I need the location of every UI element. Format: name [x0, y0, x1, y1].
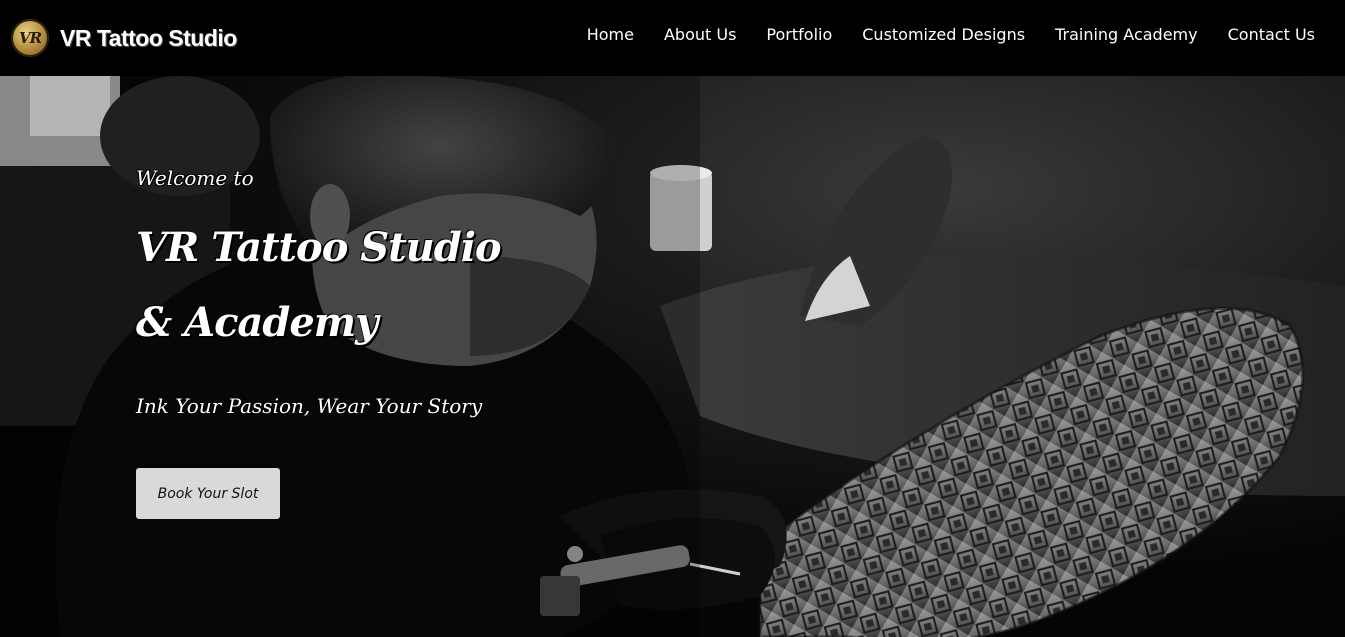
hero-background-photo — [0, 76, 1345, 637]
brand-name[interactable]: VR Tattoo Studio — [60, 25, 237, 52]
nav-item-customized-designs[interactable]: Customized Designs — [862, 25, 1025, 44]
nav-item-about-us[interactable]: About Us — [664, 25, 736, 44]
nav-item-home[interactable]: Home — [587, 25, 634, 44]
hero-title-line-1: VR Tattoo Studio — [136, 224, 502, 271]
main-nav: Home About Us Portfolio Customized Desig… — [587, 25, 1315, 44]
hero-section: Welcome to VR Tattoo Studio & Academy In… — [0, 76, 1345, 637]
page: VR VR Tattoo Studio Home About Us Portfo… — [0, 0, 1345, 637]
hero-title-line-2: & Academy — [136, 299, 378, 346]
hero-welcome: Welcome to — [136, 166, 254, 190]
book-your-slot-button[interactable]: Book Your Slot — [136, 468, 280, 519]
nav-item-training-academy[interactable]: Training Academy — [1055, 25, 1198, 44]
navbar: VR VR Tattoo Studio Home About Us Portfo… — [0, 0, 1345, 76]
logo-text: VR — [18, 29, 42, 47]
nav-item-portfolio[interactable]: Portfolio — [766, 25, 832, 44]
nav-item-contact-us[interactable]: Contact Us — [1228, 25, 1315, 44]
brand[interactable]: VR VR Tattoo Studio — [11, 18, 237, 58]
studio-logo-icon[interactable]: VR — [11, 19, 49, 57]
hero-tagline: Ink Your Passion, Wear Your Story — [136, 394, 483, 418]
